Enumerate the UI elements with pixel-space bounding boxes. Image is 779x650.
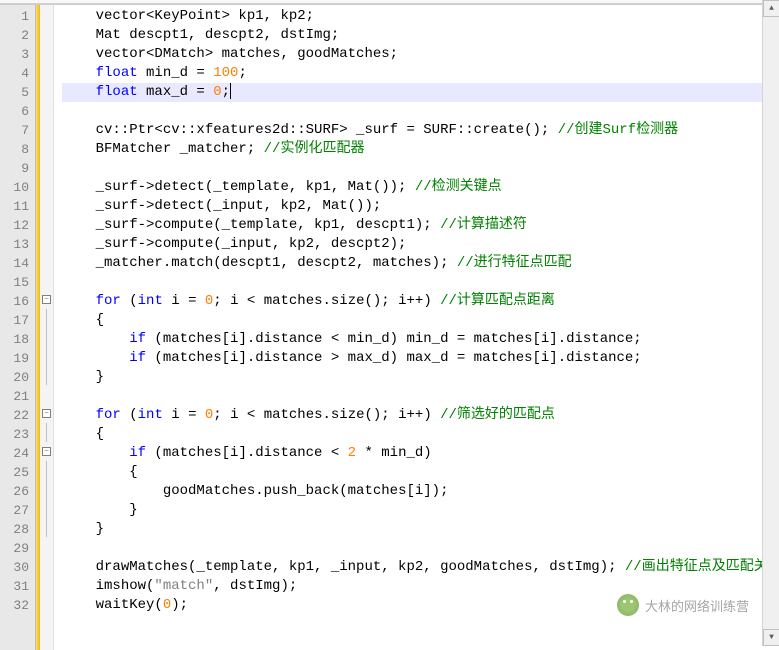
line-number: 17 [4, 311, 29, 330]
code-line[interactable]: _surf->compute(_template, kp1, descpt1);… [62, 216, 779, 235]
code-line[interactable]: _matcher.match(descpt1, descpt2, matches… [62, 254, 779, 273]
line-number: 18 [4, 330, 29, 349]
scroll-up-button[interactable]: ▲ [763, 0, 779, 17]
line-number: 7 [4, 121, 29, 140]
line-number: 10 [4, 178, 29, 197]
code-line[interactable] [62, 159, 779, 178]
code-line[interactable] [62, 387, 779, 406]
code-line[interactable]: } [62, 368, 779, 387]
line-number: 31 [4, 577, 29, 596]
code-line[interactable]: goodMatches.push_back(matches[i]); [62, 482, 779, 501]
code-line[interactable]: { [62, 311, 779, 330]
code-line[interactable]: _surf->detect(_input, kp2, Mat()); [62, 197, 779, 216]
line-number: 11 [4, 197, 29, 216]
code-line[interactable]: drawMatches(_template, kp1, _input, kp2,… [62, 558, 779, 577]
code-line[interactable]: if (matches[i].distance > max_d) max_d =… [62, 349, 779, 368]
line-number: 29 [4, 539, 29, 558]
code-line[interactable]: { [62, 463, 779, 482]
line-number: 8 [4, 140, 29, 159]
code-line[interactable]: _surf->compute(_input, kp2, descpt2); [62, 235, 779, 254]
code-line[interactable]: imshow("match", dstImg); [62, 577, 779, 596]
line-number: 6 [4, 102, 29, 121]
line-number: 22 [4, 406, 29, 425]
line-number: 3 [4, 45, 29, 64]
fold-gutter[interactable]: − − − [40, 5, 54, 650]
code-area[interactable]: vector<KeyPoint> kp1, kp2; Mat descpt1, … [54, 5, 779, 650]
line-number: 21 [4, 387, 29, 406]
code-line[interactable] [62, 539, 779, 558]
line-number: 12 [4, 216, 29, 235]
line-number: 16 [4, 292, 29, 311]
fold-toggle[interactable]: − [42, 447, 51, 456]
code-line[interactable]: vector<KeyPoint> kp1, kp2; [62, 7, 779, 26]
code-editor: 1234567891011121314151617181920212223242… [0, 4, 779, 650]
line-number: 25 [4, 463, 29, 482]
code-line[interactable]: if (matches[i].distance < 2 * min_d) [62, 444, 779, 463]
line-number: 28 [4, 520, 29, 539]
code-line[interactable]: vector<DMatch> matches, goodMatches; [62, 45, 779, 64]
vertical-scrollbar[interactable]: ▲ ▼ [762, 0, 779, 646]
code-line[interactable]: waitKey(0); [62, 596, 779, 615]
line-number: 9 [4, 159, 29, 178]
code-line[interactable]: Mat descpt1, descpt2, dstImg; [62, 26, 779, 45]
code-line[interactable]: BFMatcher _matcher; //实例化匹配器 [62, 140, 779, 159]
fold-toggle[interactable]: − [42, 409, 51, 418]
line-number: 19 [4, 349, 29, 368]
code-line[interactable]: } [62, 501, 779, 520]
code-line[interactable]: _surf->detect(_template, kp1, Mat()); //… [62, 178, 779, 197]
line-number: 14 [4, 254, 29, 273]
code-line[interactable] [62, 273, 779, 292]
code-line[interactable]: { [62, 425, 779, 444]
line-number: 30 [4, 558, 29, 577]
line-number: 2 [4, 26, 29, 45]
code-line[interactable]: cv::Ptr<cv::xfeatures2d::SURF> _surf = S… [62, 121, 779, 140]
fold-toggle[interactable]: − [42, 295, 51, 304]
code-line[interactable] [62, 102, 779, 121]
line-number: 1 [4, 7, 29, 26]
line-number: 15 [4, 273, 29, 292]
line-number: 23 [4, 425, 29, 444]
code-line[interactable]: float min_d = 100; [62, 64, 779, 83]
line-number-gutter: 1234567891011121314151617181920212223242… [0, 5, 36, 650]
line-number: 13 [4, 235, 29, 254]
code-line[interactable]: float max_d = 0; [62, 83, 779, 102]
line-number: 20 [4, 368, 29, 387]
line-number: 32 [4, 596, 29, 615]
line-number: 27 [4, 501, 29, 520]
line-number: 5 [4, 83, 29, 102]
line-number: 4 [4, 64, 29, 83]
line-number: 26 [4, 482, 29, 501]
code-line[interactable]: if (matches[i].distance < min_d) min_d =… [62, 330, 779, 349]
scroll-down-button[interactable]: ▼ [763, 629, 779, 646]
text-cursor [230, 83, 231, 99]
code-line[interactable]: } [62, 520, 779, 539]
code-line[interactable]: for (int i = 0; i < matches.size(); i++)… [62, 292, 779, 311]
code-line[interactable]: for (int i = 0; i < matches.size(); i++)… [62, 406, 779, 425]
line-number: 24 [4, 444, 29, 463]
